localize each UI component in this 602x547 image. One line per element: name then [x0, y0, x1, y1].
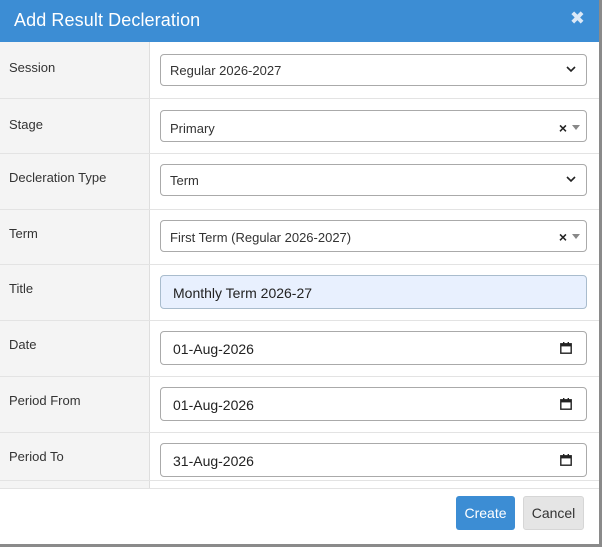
label-cell: Decleration Type [0, 154, 150, 209]
row-stage: Stage Primary × [0, 99, 599, 154]
term-select[interactable]: First Term (Regular 2026-2027) × [160, 220, 587, 252]
label-cell: Title [0, 265, 150, 320]
session-label: Session [9, 60, 56, 75]
title-label: Title [9, 281, 34, 296]
row-term: Term First Term (Regular 2026-2027) × [0, 210, 599, 265]
period-to-input[interactable]: 31-Aug-2026 [160, 443, 587, 477]
session-select[interactable]: Regular 2026-2027 [160, 54, 587, 86]
calendar-icon[interactable] [560, 398, 572, 410]
period-from-label: Period From [9, 393, 81, 408]
form-table: Session Regular 2026-2027 Stage Primary … [0, 42, 599, 489]
calendar-icon[interactable] [560, 342, 572, 354]
dropdown-arrow-icon[interactable] [572, 125, 580, 130]
stage-label: Stage [9, 117, 43, 132]
label-cell: Stage [0, 99, 150, 153]
calendar-icon[interactable] [560, 454, 572, 466]
period-to-value: 31-Aug-2026 [173, 453, 254, 469]
create-button[interactable]: Create [456, 496, 515, 530]
label-cell: Date [0, 321, 150, 376]
dropdown-arrow-icon[interactable] [572, 234, 580, 239]
row-session: Session Regular 2026-2027 [0, 42, 599, 99]
decleration-type-value: Term [170, 173, 199, 188]
chevron-down-icon [566, 176, 576, 183]
session-value: Regular 2026-2027 [170, 63, 282, 78]
close-icon[interactable]: ✖ [570, 8, 585, 28]
row-decleration-type: Decleration Type Term [0, 154, 599, 210]
title-value: Monthly Term 2026-27 [173, 285, 313, 301]
chevron-down-icon [566, 66, 576, 73]
label-cell: Period From [0, 377, 150, 432]
date-input[interactable]: 01-Aug-2026 [160, 331, 587, 365]
row-period-from: Period From 01-Aug-2026 [0, 377, 599, 433]
dialog-footer: Create Cancel [0, 480, 599, 545]
date-value: 01-Aug-2026 [173, 341, 254, 357]
period-from-input[interactable]: 01-Aug-2026 [160, 387, 587, 421]
label-cell: Term [0, 210, 150, 264]
clear-selection-icon[interactable]: × [559, 229, 567, 245]
add-result-decleration-dialog: Add Result Decleration ✖ Session Regular… [0, 0, 602, 547]
dialog-header: Add Result Decleration ✖ [0, 0, 599, 42]
title-input[interactable]: Monthly Term 2026-27 [160, 275, 587, 309]
period-to-label: Period To [9, 449, 64, 464]
cancel-button[interactable]: Cancel [523, 496, 584, 530]
stage-select[interactable]: Primary × [160, 110, 587, 142]
clear-selection-icon[interactable]: × [559, 120, 567, 136]
period-from-value: 01-Aug-2026 [173, 397, 254, 413]
decleration-type-label: Decleration Type [9, 170, 107, 185]
label-cell: Session [0, 42, 150, 98]
date-label: Date [9, 337, 37, 352]
stage-value: Primary [170, 121, 215, 136]
decleration-type-select[interactable]: Term [160, 164, 587, 196]
term-value: First Term (Regular 2026-2027) [170, 230, 352, 245]
dialog-title: Add Result Decleration [14, 10, 201, 30]
term-label: Term [9, 226, 38, 241]
row-title: Title Monthly Term 2026-27 [0, 265, 599, 321]
row-date: Date 01-Aug-2026 [0, 321, 599, 377]
